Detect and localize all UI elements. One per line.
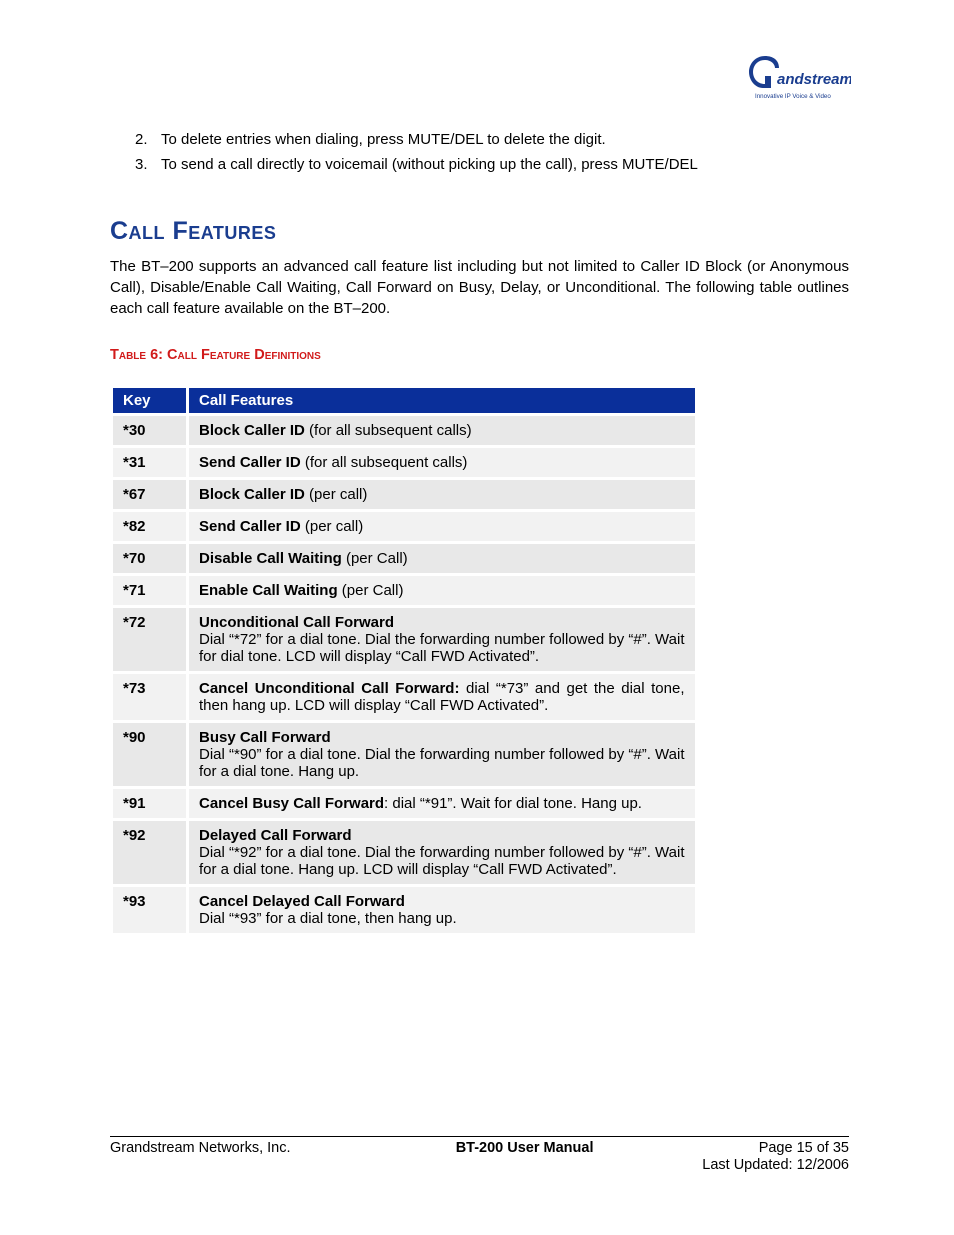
list-text: To delete entries when dialing, press MU… xyxy=(161,131,606,148)
list-item: 3. To send a call directly to voicemail … xyxy=(135,153,849,176)
table-row: *71Enable Call Waiting (per Call) xyxy=(112,575,697,607)
key-cell: *82 xyxy=(112,511,188,543)
table-row: *73Cancel Unconditional Call Forward: di… xyxy=(112,673,697,722)
feature-extra: (per call) xyxy=(301,518,364,535)
feature-title: Cancel Delayed Call Forward xyxy=(199,893,405,910)
feature-extra: : dial “*91”. Wait for dial tone. Hang u… xyxy=(384,795,642,812)
logo-tagline: Innovative IP Voice & Video xyxy=(755,93,831,100)
feature-description: Dial “*72” for a dial tone. Dial the for… xyxy=(199,631,685,665)
page-footer: Grandstream Networks, Inc. BT-200 User M… xyxy=(110,1136,849,1173)
feature-title: Block Caller ID xyxy=(199,422,305,439)
feature-title: Busy Call Forward xyxy=(199,729,331,746)
feature-cell: Delayed Call ForwardDial “*92” for a dia… xyxy=(187,820,696,886)
section-heading: Call Features xyxy=(110,217,849,246)
key-cell: *93 xyxy=(112,886,188,935)
page-content: andstream Innovative IP Voice & Video 2.… xyxy=(0,0,954,936)
key-cell: *92 xyxy=(112,820,188,886)
feature-title: Delayed Call Forward xyxy=(199,827,352,844)
feature-cell: Disable Call Waiting (per Call) xyxy=(187,543,696,575)
feature-table: Key Call Features *30Block Caller ID (fo… xyxy=(110,385,698,936)
intro-paragraph: The BT–200 supports an advanced call fea… xyxy=(110,256,849,320)
key-cell: *70 xyxy=(112,543,188,575)
key-cell: *31 xyxy=(112,447,188,479)
col-header-feature: Call Features xyxy=(187,387,696,415)
key-cell: *30 xyxy=(112,415,188,447)
feature-description: Dial “*90” for a dial tone. Dial the for… xyxy=(199,746,685,780)
feature-title: Send Caller ID xyxy=(199,518,301,535)
footer-rule xyxy=(110,1136,849,1137)
key-cell: *72 xyxy=(112,607,188,673)
table-row: *72Unconditional Call ForwardDial “*72” … xyxy=(112,607,697,673)
feature-title: Cancel Unconditional Call Forward: xyxy=(199,680,459,697)
brand-logo: andstream Innovative IP Voice & Video xyxy=(741,48,851,103)
table-header-row: Key Call Features xyxy=(112,387,697,415)
footer-right: Page 15 of 35 xyxy=(759,1140,849,1156)
key-cell: *71 xyxy=(112,575,188,607)
grandstream-logo-icon: andstream Innovative IP Voice & Video xyxy=(741,48,851,103)
feature-cell: Block Caller ID (per call) xyxy=(187,479,696,511)
footer-center: BT-200 User Manual xyxy=(456,1140,594,1156)
key-cell: *90 xyxy=(112,722,188,788)
key-cell: *91 xyxy=(112,788,188,820)
feature-extra: (per Call) xyxy=(342,550,408,567)
feature-extra: (for all subsequent calls) xyxy=(305,422,472,439)
table-row: *70Disable Call Waiting (per Call) xyxy=(112,543,697,575)
numbered-list: 2. To delete entries when dialing, press… xyxy=(110,128,849,177)
feature-cell: Block Caller ID (for all subsequent call… xyxy=(187,415,696,447)
feature-cell: Cancel Busy Call Forward: dial “*91”. Wa… xyxy=(187,788,696,820)
feature-title: Send Caller ID xyxy=(199,454,301,471)
feature-title: Cancel Busy Call Forward xyxy=(199,795,384,812)
table-row: *82Send Caller ID (per call) xyxy=(112,511,697,543)
table-caption: Table 6: Call Feature Definitions xyxy=(110,347,849,363)
footer-updated: Last Updated: 12/2006 xyxy=(110,1157,849,1173)
footer-left: Grandstream Networks, Inc. xyxy=(110,1140,291,1156)
table-row: *92Delayed Call ForwardDial “*92” for a … xyxy=(112,820,697,886)
list-number: 2. xyxy=(135,128,148,151)
list-text: To send a call directly to voicemail (wi… xyxy=(161,156,698,173)
key-cell: *73 xyxy=(112,673,188,722)
svg-text:andstream: andstream xyxy=(777,71,851,88)
feature-extra: (per Call) xyxy=(338,582,404,599)
feature-cell: Unconditional Call ForwardDial “*72” for… xyxy=(187,607,696,673)
col-header-key: Key xyxy=(112,387,188,415)
feature-cell: Busy Call ForwardDial “*90” for a dial t… xyxy=(187,722,696,788)
list-item: 2. To delete entries when dialing, press… xyxy=(135,128,849,151)
key-cell: *67 xyxy=(112,479,188,511)
feature-description: Dial “*93” for a dial tone, then hang up… xyxy=(199,910,685,927)
feature-extra: (for all subsequent calls) xyxy=(301,454,468,471)
table-row: *30Block Caller ID (for all subsequent c… xyxy=(112,415,697,447)
feature-cell: Cancel Delayed Call ForwardDial “*93” fo… xyxy=(187,886,696,935)
feature-cell: Enable Call Waiting (per Call) xyxy=(187,575,696,607)
table-row: *91Cancel Busy Call Forward: dial “*91”.… xyxy=(112,788,697,820)
feature-title: Enable Call Waiting xyxy=(199,582,338,599)
list-number: 3. xyxy=(135,153,148,176)
table-row: *90Busy Call ForwardDial “*90” for a dia… xyxy=(112,722,697,788)
feature-cell: Cancel Unconditional Call Forward: dial … xyxy=(187,673,696,722)
table-row: *31Send Caller ID (for all subsequent ca… xyxy=(112,447,697,479)
feature-cell: Send Caller ID (for all subsequent calls… xyxy=(187,447,696,479)
feature-cell: Send Caller ID (per call) xyxy=(187,511,696,543)
feature-extra: (per call) xyxy=(305,486,368,503)
feature-title: Block Caller ID xyxy=(199,486,305,503)
table-row: *93Cancel Delayed Call ForwardDial “*93”… xyxy=(112,886,697,935)
feature-title: Disable Call Waiting xyxy=(199,550,342,567)
feature-description: Dial “*92” for a dial tone. Dial the for… xyxy=(199,844,685,878)
table-row: *67Block Caller ID (per call) xyxy=(112,479,697,511)
feature-title: Unconditional Call Forward xyxy=(199,614,394,631)
